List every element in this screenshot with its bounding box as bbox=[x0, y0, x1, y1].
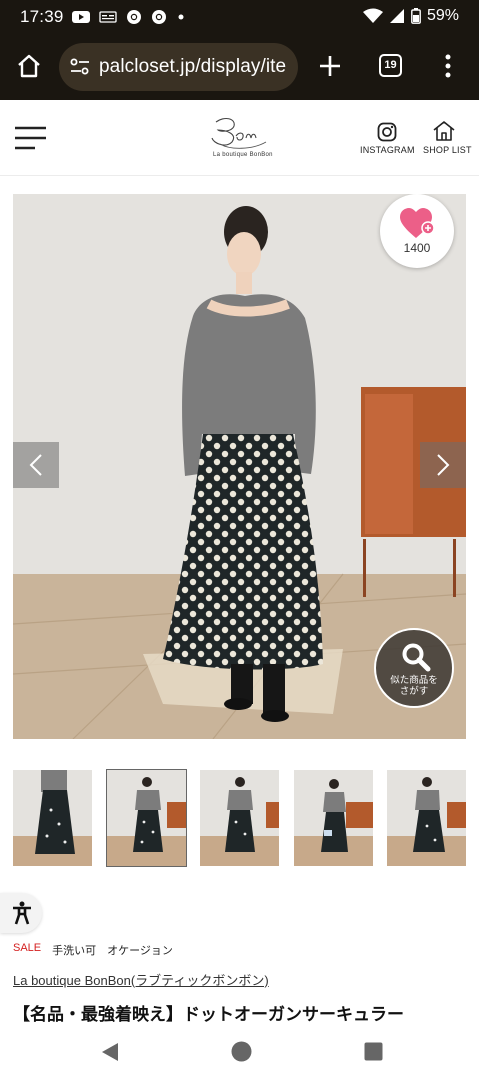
shop-list-icon[interactable] bbox=[432, 120, 456, 142]
site-header: La boutique BonBon INSTAGRAM SHOP LIST bbox=[0, 100, 479, 176]
thumbnail-3[interactable] bbox=[200, 770, 279, 866]
tag-handwash: 手洗い可 bbox=[52, 945, 97, 957]
battery-icon bbox=[411, 8, 421, 24]
find-similar-button[interactable]: 似た商品を さがす bbox=[374, 628, 454, 708]
chevron-left-icon bbox=[29, 454, 42, 476]
find-similar-label: 似た商品を さがす bbox=[390, 675, 438, 697]
prev-image-button[interactable] bbox=[13, 442, 59, 488]
status-time: 17:39 bbox=[20, 7, 64, 26]
address-bar[interactable]: palcloset.jp/display/ite bbox=[59, 43, 298, 91]
accessibility-icon bbox=[13, 901, 31, 925]
product-tags: SALE 手洗い可 オケージョン bbox=[13, 942, 173, 958]
favorite-button[interactable]: 1400 bbox=[380, 194, 454, 268]
brand-link[interactable]: La boutique BonBon(ラブティックボンボン) bbox=[13, 970, 269, 989]
signal-icon bbox=[389, 9, 404, 23]
accessibility-button[interactable] bbox=[0, 893, 42, 933]
home-circle-icon[interactable] bbox=[231, 1041, 252, 1062]
chrome-icon bbox=[152, 10, 166, 24]
chevron-right-icon bbox=[437, 454, 450, 476]
browser-toolbar: palcloset.jp/display/ite 19 bbox=[0, 34, 479, 100]
next-image-button[interactable] bbox=[420, 442, 466, 488]
thumbnail-4[interactable] bbox=[294, 770, 373, 866]
instagram-label[interactable]: INSTAGRAM bbox=[360, 145, 415, 155]
thumbnail-strip bbox=[13, 769, 466, 867]
tab-switcher-button[interactable]: 19 bbox=[379, 54, 402, 77]
notification-icons bbox=[72, 9, 186, 25]
news-icon bbox=[99, 11, 117, 23]
thumbnail-5[interactable] bbox=[387, 770, 466, 866]
hamburger-menu-icon[interactable] bbox=[15, 126, 47, 150]
favorite-count: 1400 bbox=[403, 241, 431, 255]
search-icon bbox=[402, 643, 431, 672]
url-text: palcloset.jp/display/ite bbox=[99, 56, 287, 77]
battery-percent: 59% bbox=[426, 7, 459, 24]
heart-plus-icon bbox=[400, 208, 435, 238]
back-icon[interactable] bbox=[100, 1042, 120, 1062]
logo-subtitle: La boutique BonBon bbox=[213, 152, 273, 158]
status-bar: 17:39 59% bbox=[0, 0, 479, 34]
more-menu-icon[interactable] bbox=[445, 54, 451, 78]
instagram-icon[interactable] bbox=[377, 122, 397, 142]
sale-tag: SALE bbox=[13, 942, 42, 954]
shop-list-label[interactable]: SHOP LIST bbox=[423, 145, 472, 155]
site-logo[interactable] bbox=[206, 114, 272, 152]
wifi-icon bbox=[362, 8, 383, 23]
dot-icon bbox=[178, 14, 184, 20]
youtube-icon bbox=[72, 11, 90, 23]
thumbnail-2[interactable] bbox=[106, 769, 187, 867]
home-icon[interactable] bbox=[16, 54, 42, 78]
new-tab-icon[interactable] bbox=[319, 55, 341, 77]
system-navigation-bar bbox=[0, 1022, 479, 1080]
site-settings-icon[interactable] bbox=[70, 58, 90, 76]
chrome-icon bbox=[127, 10, 141, 24]
tag-occasion: オケージョン bbox=[107, 945, 173, 957]
thumbnail-1[interactable] bbox=[13, 770, 92, 866]
recents-icon[interactable] bbox=[364, 1042, 383, 1061]
product-main-image[interactable]: 1400 似た商品を さがす bbox=[13, 194, 466, 739]
